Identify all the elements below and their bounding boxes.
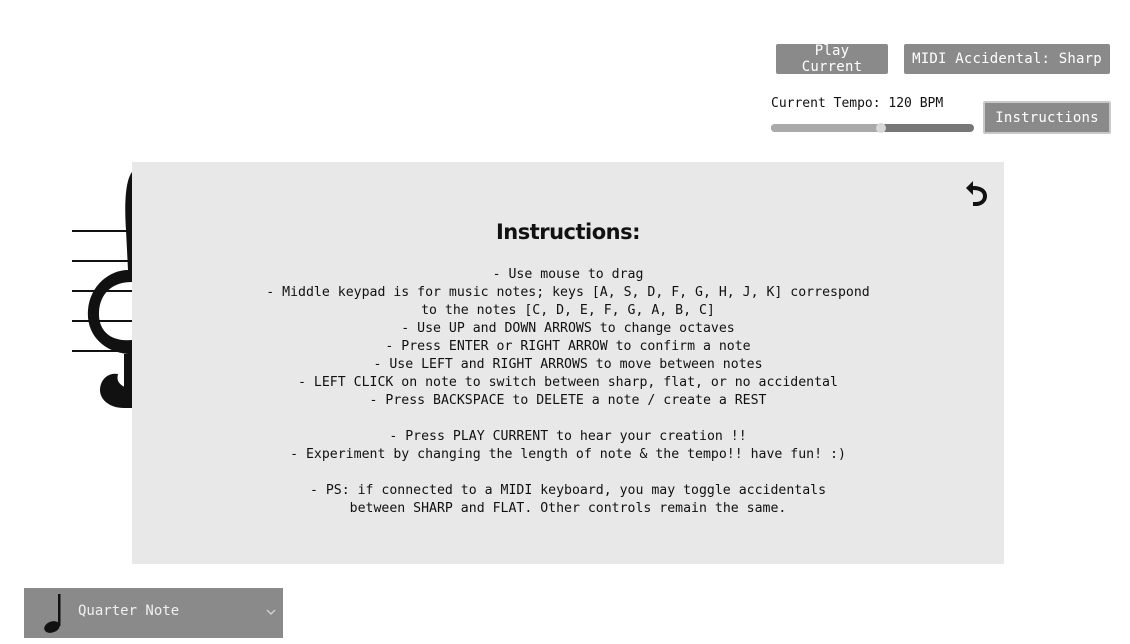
instruction-line: - LEFT CLICK on note to switch between s… <box>298 375 838 390</box>
instruction-line: - Press BACKSPACE to DELETE a note / cre… <box>369 393 767 408</box>
tempo-slider-fill <box>771 124 881 132</box>
instruction-line: - Use mouse to drag <box>492 267 644 282</box>
note-length-select[interactable]: Quarter Note <box>24 588 283 638</box>
instruction-line: - Press ENTER or RIGHT ARROW to confirm … <box>385 339 751 354</box>
instruction-line: - PS: if connected to a MIDI keyboard, y… <box>309 483 827 498</box>
instruction-line: between SHARP and FLAT. Other controls r… <box>349 501 787 516</box>
instruction-line: to the notes [C, D, E, F, G, A, B, C] <box>421 303 715 318</box>
tempo-slider-thumb[interactable] <box>875 123 886 133</box>
instructions-text: - Use mouse to drag - Middle keypad is f… <box>132 266 1004 518</box>
instructions-modal: Instructions: - Use mouse to drag - Midd… <box>132 162 1004 564</box>
quarter-note-icon <box>44 594 61 633</box>
chevron-down-icon <box>266 609 276 616</box>
tempo-label: Current Tempo: 120 BPM <box>771 96 944 111</box>
instruction-line: - Use LEFT and RIGHT ARROWS to move betw… <box>373 357 763 372</box>
music-staff <box>72 172 140 408</box>
tempo-slider[interactable] <box>771 123 974 133</box>
modal-title: Instructions: <box>495 220 641 244</box>
instruction-line <box>132 464 1004 482</box>
instruction-line: - Press PLAY CURRENT to hear your creati… <box>389 429 747 444</box>
instruction-line: - Use UP and DOWN ARROWS to change octav… <box>401 321 735 336</box>
play-current-button[interactable]: Play Current <box>776 43 888 75</box>
note-length-label: Quarter Note <box>78 603 180 619</box>
instructions-button[interactable]: Instructions <box>983 101 1111 134</box>
instruction-line: - Middle keypad is for music notes; keys… <box>266 285 870 300</box>
instruction-line <box>132 410 1004 428</box>
midi-accidental-button[interactable]: MIDI Accidental: Sharp <box>904 44 1110 74</box>
app-root: Play Current MIDI Accidental: Sharp Curr… <box>0 0 1130 644</box>
undo-arrow-icon[interactable] <box>962 178 992 208</box>
instruction-line: - Experiment by changing the length of n… <box>290 447 846 462</box>
